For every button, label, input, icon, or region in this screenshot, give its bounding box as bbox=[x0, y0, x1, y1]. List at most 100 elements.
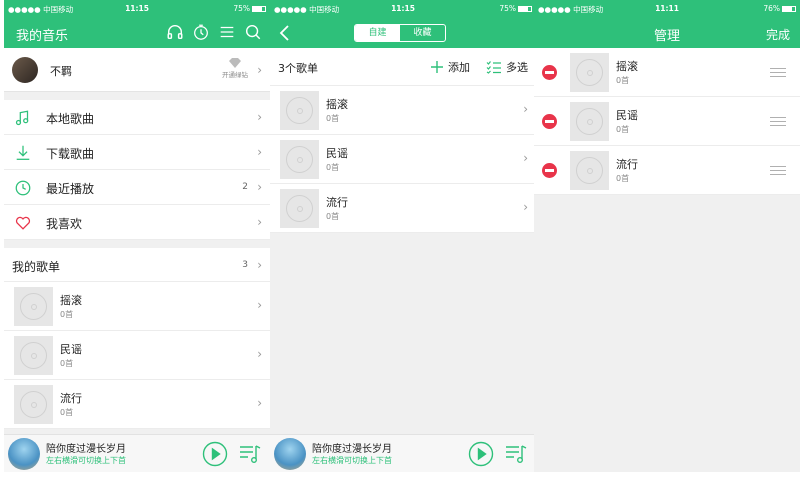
multi-label: 多选 bbox=[506, 61, 528, 74]
manage-playlists-screen: ●●●●● 中国移动 11:11 76% 管理 完成 摇滚 0首 民谣 0首 流… bbox=[534, 0, 800, 472]
drag-handle-icon[interactable] bbox=[770, 166, 786, 178]
play-button[interactable] bbox=[468, 441, 494, 467]
menu-item-local-songs[interactable]: 本地歌曲 › bbox=[4, 100, 270, 135]
playlist-name: 流行 bbox=[326, 196, 348, 209]
battery-indicator: 75% bbox=[233, 4, 266, 13]
page-title: 我的音乐 bbox=[16, 29, 69, 44]
playlist-name: 民谣 bbox=[616, 109, 638, 122]
delete-icon[interactable] bbox=[542, 163, 557, 178]
section-title: 我的歌单 bbox=[12, 260, 61, 274]
clock: 11:11 bbox=[655, 4, 679, 13]
menu-item-favorites[interactable]: 我喜欢 › bbox=[4, 205, 270, 240]
clock-icon bbox=[15, 180, 31, 196]
playlist-row[interactable]: 民谣 0首 › bbox=[270, 135, 536, 184]
playlist-name: 流行 bbox=[60, 392, 82, 405]
battery-percent: 75% bbox=[499, 4, 516, 13]
playlist-song-count: 0首 bbox=[616, 174, 630, 183]
playlist-row[interactable]: 流行 0首 › bbox=[4, 380, 270, 429]
playlist-song-count: 0首 bbox=[326, 163, 340, 172]
search-icon[interactable] bbox=[244, 23, 262, 41]
battery-indicator: 75% bbox=[499, 4, 532, 13]
playlist-total: 3个歌单 bbox=[278, 62, 318, 75]
playlist-song-count: 0首 bbox=[616, 125, 630, 134]
playlist-name: 摇滚 bbox=[326, 98, 348, 111]
add-playlist-button[interactable]: 添加 bbox=[430, 59, 470, 75]
tab-collected[interactable]: 收藏 bbox=[400, 25, 445, 41]
swipe-hint: 左右横滑可切换上下首 bbox=[312, 456, 392, 465]
recent-count: 2 bbox=[242, 182, 248, 192]
playlists-screen: ●●●●● 中国移动 11:15 75% 自建 收藏 3个歌单 添加 多选 摇滚… bbox=[270, 0, 536, 472]
battery-percent: 76% bbox=[763, 4, 780, 13]
album-art[interactable] bbox=[274, 438, 306, 470]
vip-badge[interactable]: 开通绿钻 bbox=[222, 58, 248, 79]
back-arrow-icon[interactable] bbox=[278, 24, 292, 42]
chevron-right-icon: › bbox=[257, 347, 262, 361]
delete-icon[interactable] bbox=[542, 114, 557, 129]
playlist-queue-icon[interactable] bbox=[238, 443, 262, 465]
playlist-row[interactable]: 摇滚 0首 › bbox=[4, 282, 270, 331]
my-music-screen: ●●●●● 中国移动 11:15 75% 我的音乐 不羁 开通绿钻 › 本地歌曲… bbox=[4, 0, 270, 472]
tab-self-created[interactable]: 自建 bbox=[355, 25, 400, 41]
profile-row[interactable]: 不羁 开通绿钻 › bbox=[4, 48, 270, 92]
avatar[interactable] bbox=[12, 57, 38, 83]
chevron-right-icon: › bbox=[257, 145, 262, 159]
drag-handle-icon[interactable] bbox=[770, 68, 786, 80]
vip-label: 开通绿钻 bbox=[222, 71, 248, 79]
playlist-count: 3 bbox=[242, 260, 248, 270]
playlist-name: 民谣 bbox=[60, 343, 82, 356]
playlist-cover bbox=[570, 102, 609, 141]
drag-handle-icon[interactable] bbox=[770, 117, 786, 129]
chevron-right-icon: › bbox=[523, 102, 528, 116]
playlist-name: 摇滚 bbox=[60, 294, 82, 307]
manage-row: 流行 0首 bbox=[534, 146, 800, 195]
playlist-name: 民谣 bbox=[326, 147, 348, 160]
playlist-song-count: 0首 bbox=[60, 408, 74, 417]
menu-label: 最近播放 bbox=[46, 182, 95, 196]
playlist-song-count: 0首 bbox=[326, 212, 340, 221]
playlist-row[interactable]: 摇滚 0首 › bbox=[270, 86, 536, 135]
playlist-name: 流行 bbox=[616, 158, 638, 171]
playlist-song-count: 0首 bbox=[60, 310, 74, 319]
timer-icon[interactable] bbox=[192, 23, 210, 41]
menu-icon[interactable] bbox=[218, 23, 236, 41]
battery-icon bbox=[518, 6, 532, 12]
diamond-icon bbox=[229, 58, 241, 68]
playlist-cover bbox=[14, 287, 53, 326]
menu-item-downloads[interactable]: 下载歌曲 › bbox=[4, 135, 270, 170]
mini-player[interactable]: 陪你度过漫长岁月 左右横滑可切换上下首 bbox=[4, 434, 270, 472]
chevron-right-icon: › bbox=[257, 298, 262, 312]
playlist-list-header: 3个歌单 添加 多选 bbox=[270, 48, 536, 86]
playlist-cover bbox=[14, 336, 53, 375]
user-name: 不羁 bbox=[50, 65, 72, 78]
chevron-right-icon: › bbox=[523, 200, 528, 214]
headphones-icon[interactable] bbox=[166, 23, 184, 41]
menu-item-recent[interactable]: 最近播放 2 › bbox=[4, 170, 270, 205]
playlist-cover bbox=[14, 385, 53, 424]
battery-icon bbox=[252, 6, 266, 12]
delete-icon[interactable] bbox=[542, 65, 557, 80]
done-button[interactable]: 完成 bbox=[766, 26, 790, 43]
battery-percent: 75% bbox=[233, 4, 250, 13]
playlist-cover bbox=[280, 189, 319, 228]
playlist-cover bbox=[570, 53, 609, 92]
manage-row: 民谣 0首 bbox=[534, 97, 800, 146]
status-bar: ●●●●● 中国移动 11:11 76% bbox=[534, 0, 800, 18]
chevron-right-icon: › bbox=[257, 215, 262, 229]
my-playlists-header[interactable]: 我的歌单 3 › bbox=[4, 248, 270, 282]
menu-label: 下载歌曲 bbox=[46, 147, 95, 161]
multi-select-button[interactable]: 多选 bbox=[486, 59, 528, 75]
mini-player[interactable]: 陪你度过漫长岁月 左右横滑可切换上下首 bbox=[270, 434, 536, 472]
menu-label: 我喜欢 bbox=[46, 217, 83, 231]
checklist-icon bbox=[486, 61, 501, 74]
play-button[interactable] bbox=[202, 441, 228, 467]
playlist-row[interactable]: 民谣 0首 › bbox=[4, 331, 270, 380]
playlist-queue-icon[interactable] bbox=[504, 443, 528, 465]
swipe-hint: 左右横滑可切换上下首 bbox=[46, 456, 126, 465]
playlist-row[interactable]: 流行 0首 › bbox=[270, 184, 536, 233]
album-art[interactable] bbox=[8, 438, 40, 470]
now-playing-title: 陪你度过漫长岁月 bbox=[312, 444, 392, 455]
playlist-list: 摇滚 0首 › 民谣 0首 › 流行 0首 › bbox=[270, 86, 536, 233]
header: 我的音乐 bbox=[4, 18, 270, 48]
music-note-icon bbox=[15, 110, 29, 126]
playlist-name: 摇滚 bbox=[616, 60, 638, 73]
